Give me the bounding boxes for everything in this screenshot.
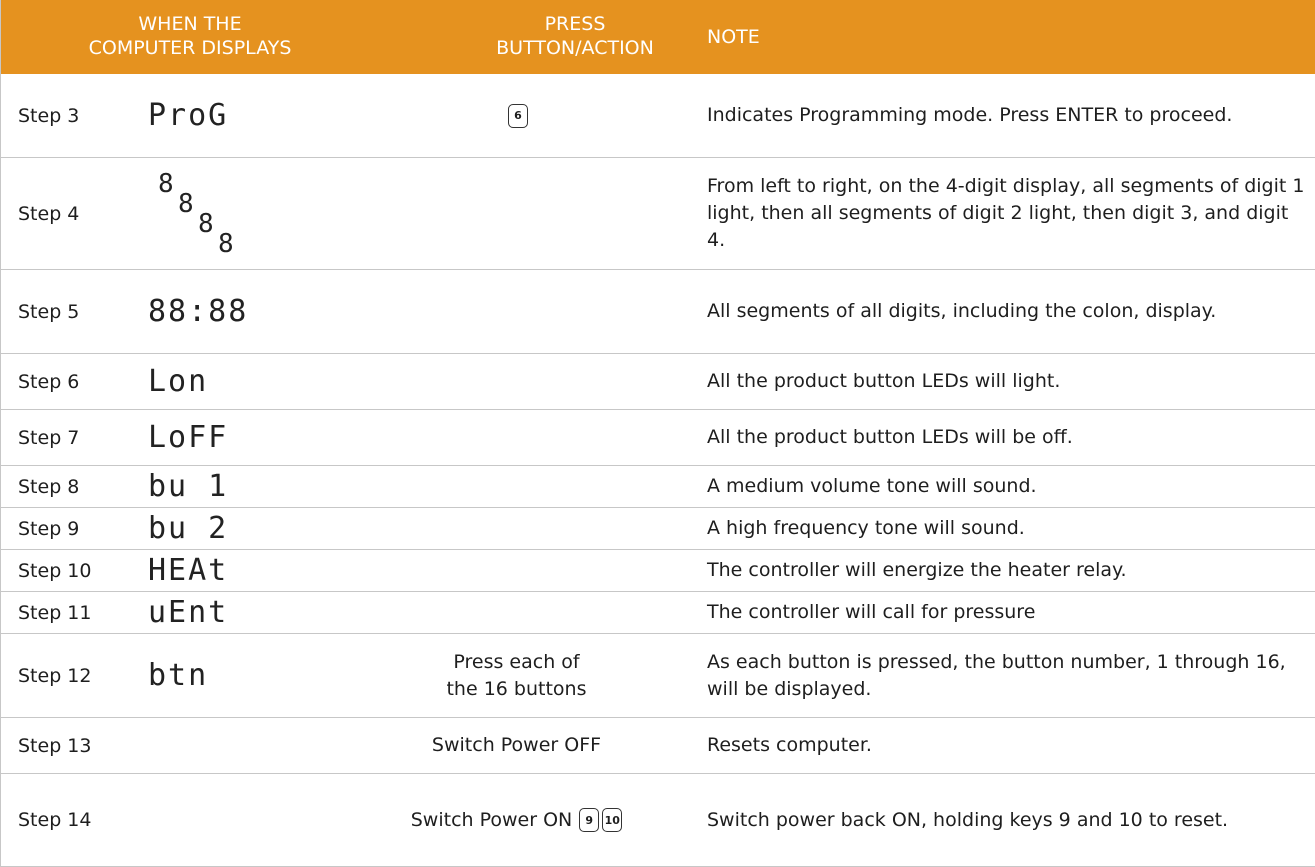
action-cell — [353, 592, 680, 633]
lcd-text: LoFF — [148, 420, 229, 455]
lcd-text: uEnt — [148, 595, 229, 630]
lcd-digit-2: 8 — [178, 188, 194, 219]
note-text: A high frequency tone will sound. — [707, 517, 1025, 539]
action-line-1: Press each of — [453, 650, 580, 673]
lcd-text: HEAt — [148, 553, 229, 588]
action-cell — [353, 410, 680, 465]
note-text: Indicates Programming mode. Press ENTER … — [707, 104, 1233, 126]
lcd-text: 88:88 — [148, 294, 249, 329]
lcd-text: Lon — [148, 364, 209, 399]
table-row: Step 12 btn Press each of the 16 buttons… — [0, 634, 1315, 718]
table-row: Step 6 Lon All the product button LEDs w… — [0, 354, 1315, 410]
table-row: Step 14 Switch Power ON 9 10 Switch powe… — [0, 774, 1315, 867]
note-text: The controller will call for pressure — [707, 601, 1036, 623]
table-row: Step 11 uEnt The controller will call fo… — [0, 592, 1315, 634]
lcd-display: 8 8 8 8 — [148, 158, 278, 269]
action-cell — [353, 508, 680, 549]
note-text: From left to right, on the 4-digit displ… — [707, 175, 1305, 251]
action-cell — [353, 158, 680, 269]
lcd-display: btn — [148, 634, 278, 717]
step-label: Step 9 — [18, 517, 80, 540]
lcd-display: ProG — [148, 74, 278, 157]
lcd-display — [148, 774, 278, 866]
note-text: As each button is pressed, the button nu… — [707, 650, 1286, 700]
action-cell — [353, 550, 680, 591]
table-header: WHEN THE COMPUTER DISPLAYS PRESS BUTTON/… — [0, 0, 1315, 74]
lcd-display: bu 1 — [148, 466, 278, 507]
step-label: Step 7 — [18, 426, 80, 449]
table-row: Step 9 bu 2 A high frequency tone will s… — [0, 508, 1315, 550]
key-6: 6 — [508, 103, 528, 128]
note-text: All segments of all digits, including th… — [707, 300, 1217, 322]
header-when-line2: COMPUTER DISPLAYS — [88, 37, 292, 59]
lcd-text: bu 2 — [148, 511, 229, 546]
table-left-border — [0, 0, 1, 867]
step-label: Step 6 — [18, 370, 80, 393]
action-cell: Switch Power ON 9 10 — [353, 774, 680, 866]
key-9: 9 — [579, 808, 600, 832]
step-label: Step 5 — [18, 300, 80, 323]
note-text: All the product button LEDs will be off. — [707, 426, 1073, 448]
action-cell: 6 — [353, 74, 680, 157]
step-label: Step 13 — [18, 734, 92, 757]
step-label: Step 4 — [18, 202, 80, 225]
lcd-digit-1: 8 — [158, 168, 174, 199]
note-text: Switch power back ON, holding keys 9 and… — [707, 808, 1229, 831]
header-press-line2: BUTTON/ACTION — [496, 37, 654, 59]
lcd-text: bu 1 — [148, 469, 229, 504]
lcd-display: uEnt — [148, 592, 278, 633]
step-label: Step 12 — [18, 664, 92, 687]
lcd-text: btn — [148, 658, 209, 693]
lcd-display: bu 2 — [148, 508, 278, 549]
action-cell: Switch Power OFF — [431, 734, 602, 756]
step-label: Step 14 — [18, 809, 92, 831]
action-line-2: the 16 buttons — [446, 677, 587, 700]
note-text: The controller will energize the heater … — [707, 559, 1127, 581]
step-label: Step 10 — [18, 559, 92, 582]
header-press-action: PRESS BUTTON/ACTION — [455, 12, 695, 60]
step-label: Step 8 — [18, 475, 80, 498]
step-label: Step 11 — [18, 601, 92, 624]
table-row: Step 5 88:88 All segments of all digits,… — [0, 270, 1315, 354]
lcd-display: 88:88 — [148, 270, 278, 353]
lcd-digit-4: 8 — [218, 228, 234, 259]
key-10: 10 — [602, 808, 623, 832]
note-text: Resets computer. — [707, 734, 872, 756]
lcd-display: Lon — [148, 354, 278, 409]
action-text: Switch Power ON — [410, 808, 573, 831]
note-text: A medium volume tone will sound. — [707, 475, 1037, 497]
header-press-line1: PRESS — [544, 13, 606, 35]
step-label: Step 3 — [18, 104, 80, 127]
lcd-display: LoFF — [148, 410, 278, 465]
lcd-digit-3: 8 — [198, 208, 214, 239]
header-note: NOTE — [707, 26, 760, 48]
lcd-display — [148, 718, 278, 773]
action-cell: Press each of the 16 buttons — [353, 634, 680, 717]
table-row: Step 8 bu 1 A medium volume tone will so… — [0, 466, 1315, 508]
lcd-cascade: 8 8 8 8 — [148, 169, 268, 259]
table-row: Step 7 LoFF All the product button LEDs … — [0, 410, 1315, 466]
action-cell — [353, 354, 680, 409]
action-cell — [353, 466, 680, 507]
lcd-text: ProG — [148, 98, 229, 133]
header-when-displays: WHEN THE COMPUTER DISPLAYS — [40, 12, 340, 60]
table-row: Step 4 8 8 8 8 From left to right, on th… — [0, 158, 1315, 270]
action-cell — [353, 270, 680, 353]
note-text: All the product button LEDs will light. — [707, 370, 1061, 392]
lcd-display: HEAt — [148, 550, 278, 591]
header-when-line1: WHEN THE — [138, 13, 242, 35]
table-row: Step 13 Switch Power OFF Resets computer… — [0, 718, 1315, 774]
table-row: Step 3 ProG 6 Indicates Programming mode… — [0, 74, 1315, 158]
table-row: Step 10 HEAt The controller will energiz… — [0, 550, 1315, 592]
